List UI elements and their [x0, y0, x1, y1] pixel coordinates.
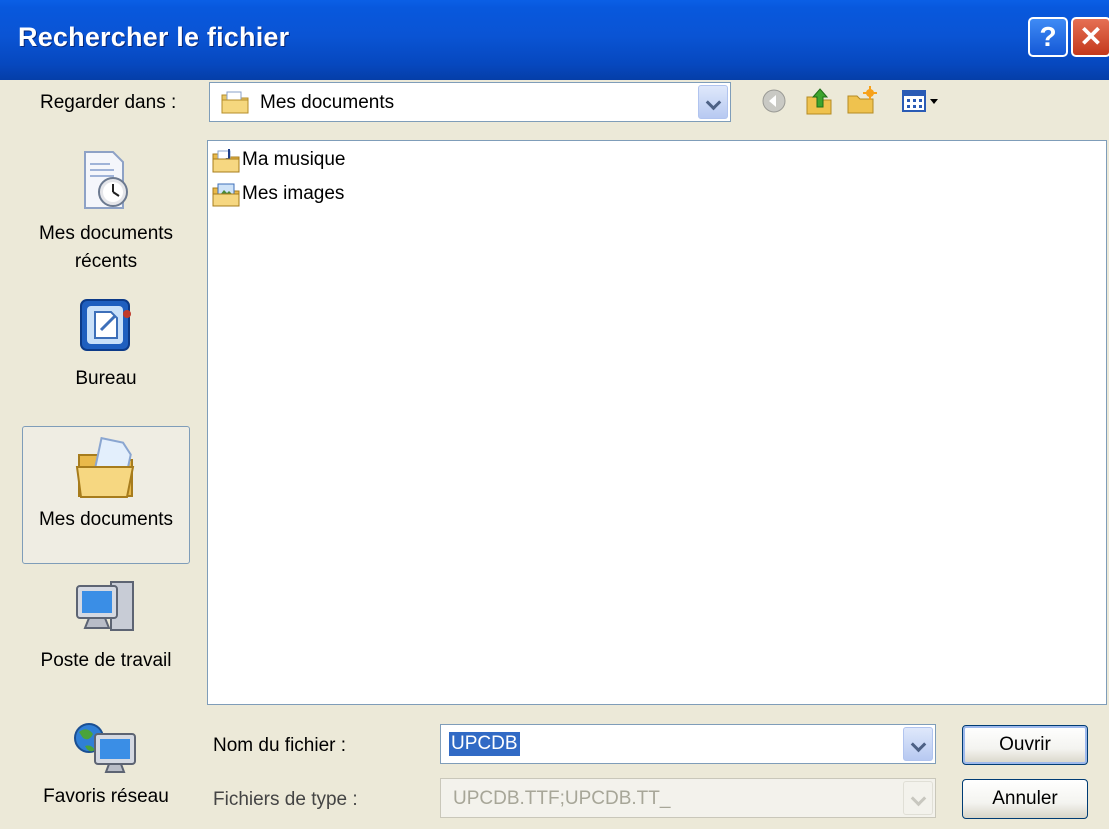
filename-input[interactable]: UPCDB — [440, 724, 936, 764]
place-label: Poste de travail — [40, 650, 172, 671]
chevron-down-icon[interactable] — [698, 85, 728, 119]
filename-label: Nom du fichier : — [213, 735, 347, 756]
desktop-icon — [80, 299, 131, 351]
place-label: Favoris réseau — [43, 786, 169, 807]
list-item[interactable]: Mes images — [212, 179, 344, 209]
my-documents-icon — [221, 91, 249, 114]
chevron-down-icon[interactable] — [903, 727, 933, 761]
file-list[interactable]: Ma musique Mes images — [207, 140, 1107, 705]
lookin-value: Mes documents — [260, 92, 395, 113]
back-icon[interactable] — [757, 84, 791, 118]
network-places-icon — [74, 723, 136, 773]
lookin-dropdown[interactable]: Mes documents — [209, 82, 731, 122]
filetype-label: Fichiers de type : — [213, 789, 358, 810]
place-label: Mes documents récents — [38, 223, 174, 272]
filetype-value: UPCDB.TTF;UPCDB.TT_ — [453, 788, 671, 809]
filetype-dropdown[interactable]: UPCDB.TTF;UPCDB.TT_ — [440, 778, 936, 818]
open-button[interactable]: Ouvrir — [962, 725, 1088, 765]
music-folder-icon — [212, 149, 240, 173]
place-label: Mes documents — [38, 509, 174, 530]
recent-documents-icon — [84, 151, 128, 209]
my-documents-icon — [75, 437, 135, 498]
file-name: Mes images — [242, 183, 345, 204]
place-my-computer[interactable]: Poste de travail — [22, 578, 190, 708]
up-folder-icon[interactable] — [802, 84, 836, 118]
close-button[interactable]: ✕ — [1071, 17, 1109, 57]
window-title: Rechercher le fichier — [18, 22, 290, 52]
filename-value[interactable]: UPCDB — [449, 732, 520, 756]
cancel-button[interactable]: Annuler — [962, 779, 1088, 819]
places-bar: Mes documents récents Bureau Mes documen… — [22, 140, 194, 815]
place-my-documents[interactable]: Mes documents — [22, 426, 190, 564]
list-item[interactable]: Ma musique — [212, 145, 346, 175]
place-network-places[interactable]: Favoris réseau — [22, 718, 190, 818]
chevron-down-icon[interactable] — [903, 781, 933, 815]
title-bar: Rechercher le fichier ? ✕ — [0, 0, 1109, 80]
file-name: Ma musique — [242, 149, 346, 170]
help-button[interactable]: ? — [1028, 17, 1068, 57]
pictures-folder-icon — [212, 183, 240, 207]
place-label: Bureau — [75, 368, 137, 389]
new-folder-icon[interactable] — [844, 84, 878, 118]
view-menu-icon[interactable] — [897, 84, 947, 118]
my-computer-icon — [76, 581, 134, 631]
place-recent-documents[interactable]: Mes documents récents — [22, 148, 190, 286]
lookin-label: Regarder dans : — [40, 92, 177, 113]
place-desktop[interactable]: Bureau — [22, 296, 190, 416]
